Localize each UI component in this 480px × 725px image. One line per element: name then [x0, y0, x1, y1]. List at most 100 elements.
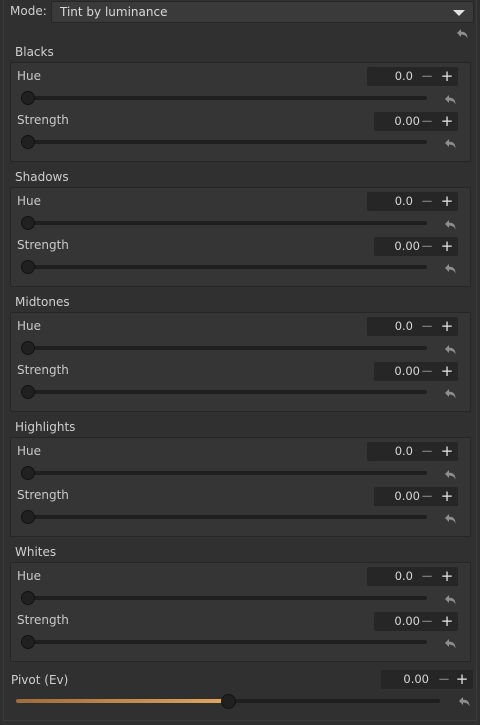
pivot-spinbox[interactable]: 0.00 − +: [381, 670, 473, 689]
hue-label: Hue: [17, 69, 42, 83]
blacks-hue-reset-icon[interactable]: [443, 94, 457, 106]
highlights-strength-spinbox[interactable]: 0.00 − +: [374, 487, 458, 506]
section-blacks: Blacks Hue 0.0 − + Strength 0.00 − +: [10, 45, 471, 164]
midtones-hue-slider-knob[interactable]: [21, 341, 35, 355]
whites-strength-slider-knob[interactable]: [21, 635, 35, 649]
whites-hue-minus-button[interactable]: −: [419, 567, 435, 586]
mode-dropdown[interactable]: Tint by luminance: [51, 1, 474, 23]
midtones-hue-reset-icon[interactable]: [443, 344, 457, 356]
tint-panel: Mode: Tint by luminance Blacks Hue 0.0 −…: [3, 0, 477, 721]
whites-hue-slider-knob[interactable]: [21, 591, 35, 605]
midtones-strength-spinbox[interactable]: 0.00 − +: [374, 362, 458, 381]
section-title-highlights: Highlights: [15, 420, 76, 434]
midtones-strength-plus-button[interactable]: +: [439, 362, 455, 381]
section-highlights: Highlights Hue 0.0 − + Strength 0.00 − +: [10, 420, 471, 539]
section-frame: Hue 0.0 − + Strength 0.00 − +: [10, 312, 471, 412]
blacks-hue-spinbox[interactable]: 0.0 − +: [367, 67, 458, 86]
whites-strength-reset-icon[interactable]: [443, 638, 457, 650]
highlights-hue-spinbox[interactable]: 0.0 − +: [367, 442, 458, 461]
highlights-strength-reset-icon[interactable]: [443, 513, 457, 525]
hue-label: Hue: [17, 569, 42, 583]
shadows-strength-value: 0.00: [394, 239, 420, 253]
whites-hue-slider-track[interactable]: [23, 596, 427, 600]
midtones-hue-plus-button[interactable]: +: [439, 317, 455, 336]
section-frame: Hue 0.0 − + Strength 0.00 − +: [10, 187, 471, 287]
pivot-slider-knob[interactable]: [221, 694, 236, 709]
blacks-hue-plus-button[interactable]: +: [439, 67, 455, 86]
section-frame: Hue 0.0 − + Strength 0.00 − +: [10, 562, 471, 662]
highlights-strength-minus-button[interactable]: −: [419, 487, 435, 506]
strength-label: Strength: [17, 488, 69, 502]
section-midtones: Midtones Hue 0.0 − + Strength 0.00 − +: [10, 295, 471, 414]
shadows-strength-spinbox[interactable]: 0.00 − +: [374, 237, 458, 256]
blacks-hue-value: 0.0: [394, 69, 413, 83]
highlights-hue-slider-track[interactable]: [23, 471, 427, 475]
blacks-strength-spinbox[interactable]: 0.00 − +: [374, 112, 458, 131]
whites-hue-reset-icon[interactable]: [443, 594, 457, 606]
chevron-down-icon: [453, 10, 465, 16]
midtones-hue-minus-button[interactable]: −: [419, 317, 435, 336]
midtones-strength-slider-track[interactable]: [23, 390, 427, 394]
shadows-hue-slider-knob[interactable]: [21, 216, 35, 230]
whites-hue-plus-button[interactable]: +: [439, 567, 455, 586]
whites-strength-slider-track[interactable]: [23, 640, 427, 644]
shadows-hue-minus-button[interactable]: −: [419, 192, 435, 211]
highlights-strength-slider-knob[interactable]: [21, 510, 35, 524]
blacks-hue-minus-button[interactable]: −: [419, 67, 435, 86]
section-frame: Hue 0.0 − + Strength 0.00 − +: [10, 62, 471, 162]
whites-strength-minus-button[interactable]: −: [419, 612, 435, 631]
blacks-hue-slider-track[interactable]: [23, 96, 427, 100]
shadows-strength-minus-button[interactable]: −: [419, 237, 435, 256]
highlights-hue-minus-button[interactable]: −: [419, 442, 435, 461]
mode-reset-icon[interactable]: [455, 28, 469, 40]
pivot-value: 0.00: [403, 672, 429, 686]
midtones-strength-value: 0.00: [394, 364, 420, 378]
shadows-strength-plus-button[interactable]: +: [439, 237, 455, 256]
strength-label: Strength: [17, 363, 69, 377]
midtones-hue-spinbox[interactable]: 0.0 − +: [367, 317, 458, 336]
highlights-strength-plus-button[interactable]: +: [439, 487, 455, 506]
mode-label: Mode:: [10, 4, 47, 18]
section-whites: Whites Hue 0.0 − + Strength 0.00 − +: [10, 545, 471, 664]
pivot-minus-button[interactable]: −: [436, 670, 452, 689]
pivot-reset-icon[interactable]: [457, 696, 471, 708]
section-title-shadows: Shadows: [15, 170, 69, 184]
midtones-hue-slider-track[interactable]: [23, 346, 427, 350]
shadows-strength-reset-icon[interactable]: [443, 263, 457, 275]
pivot-label: Pivot (Ev): [11, 673, 69, 687]
highlights-hue-plus-button[interactable]: +: [439, 442, 455, 461]
section-title-midtones: Midtones: [15, 295, 70, 309]
highlights-hue-reset-icon[interactable]: [443, 469, 457, 481]
shadows-hue-spinbox[interactable]: 0.0 − +: [367, 192, 458, 211]
midtones-strength-minus-button[interactable]: −: [419, 362, 435, 381]
whites-hue-spinbox[interactable]: 0.0 − +: [367, 567, 458, 586]
shadows-hue-slider-track[interactable]: [23, 221, 427, 225]
strength-label: Strength: [17, 238, 69, 252]
midtones-strength-slider-knob[interactable]: [21, 385, 35, 399]
hue-label: Hue: [17, 319, 42, 333]
blacks-strength-slider-track[interactable]: [23, 140, 427, 144]
pivot-slider-fill: [16, 699, 228, 703]
shadows-hue-plus-button[interactable]: +: [439, 192, 455, 211]
shadows-strength-slider-knob[interactable]: [21, 260, 35, 274]
blacks-strength-slider-knob[interactable]: [21, 135, 35, 149]
blacks-hue-slider-knob[interactable]: [21, 91, 35, 105]
blacks-strength-plus-button[interactable]: +: [439, 112, 455, 131]
blacks-strength-reset-icon[interactable]: [443, 138, 457, 150]
shadows-hue-reset-icon[interactable]: [443, 219, 457, 231]
section-title-blacks: Blacks: [15, 45, 54, 59]
highlights-hue-slider-knob[interactable]: [21, 466, 35, 480]
mode-row: Mode: Tint by luminance: [4, 0, 478, 26]
whites-strength-spinbox[interactable]: 0.00 − +: [374, 612, 458, 631]
whites-strength-plus-button[interactable]: +: [439, 612, 455, 631]
shadows-hue-value: 0.0: [394, 194, 413, 208]
pivot-plus-button[interactable]: +: [454, 670, 470, 689]
blacks-strength-value: 0.00: [394, 114, 420, 128]
midtones-hue-value: 0.0: [394, 319, 413, 333]
highlights-hue-value: 0.0: [394, 444, 413, 458]
shadows-strength-slider-track[interactable]: [23, 265, 427, 269]
blacks-strength-minus-button[interactable]: −: [419, 112, 435, 131]
midtones-strength-reset-icon[interactable]: [443, 388, 457, 400]
section-frame: Hue 0.0 − + Strength 0.00 − +: [10, 437, 471, 537]
highlights-strength-slider-track[interactable]: [23, 515, 427, 519]
